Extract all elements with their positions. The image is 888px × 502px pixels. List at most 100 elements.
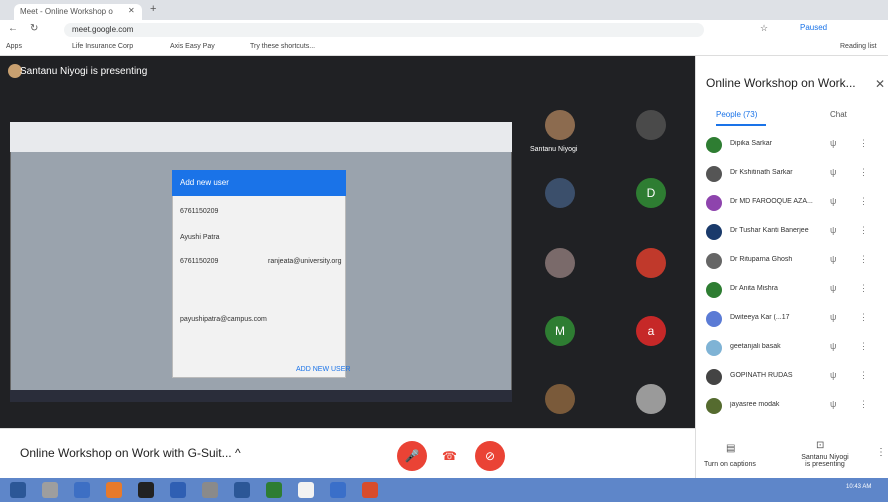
present-icon[interactable]: ⊡ — [816, 440, 824, 451]
participant-tile-letter[interactable]: M — [545, 316, 575, 346]
presenter-label[interactable]: Santanu Niyogi is presenting — [800, 454, 850, 468]
participant-row[interactable]: Dr Rituparna Ghosh ψ ⋮ — [706, 250, 884, 274]
more-icon[interactable]: ⋮ — [859, 370, 868, 381]
captions-label[interactable]: Turn on captions — [704, 461, 756, 468]
bookmark-shortcuts[interactable]: Try these shortcuts... — [250, 43, 315, 50]
taskbar-app-icon[interactable] — [42, 482, 58, 498]
star-icon[interactable]: ☆ — [760, 23, 768, 34]
bookmark-apps[interactable]: Apps — [6, 43, 22, 50]
participant-row[interactable]: Dr Anita Mishra ψ ⋮ — [706, 279, 884, 303]
more-icon[interactable]: ⋮ — [859, 312, 868, 323]
browser-tab[interactable]: Meet - Online Workshop o — [14, 4, 142, 20]
participant-row[interactable]: jayasree modak ψ ⋮ — [706, 395, 884, 419]
mute-icon[interactable]: ψ — [830, 399, 836, 409]
participant-tile[interactable] — [545, 248, 575, 278]
participant-name: GOPINATH RUDAS — [730, 372, 793, 379]
more-icon[interactable]: ⋮ — [859, 225, 868, 236]
more-icon[interactable]: ⋮ — [859, 399, 868, 410]
participant-name: Dr MD FAROOQUE AZA... — [730, 198, 813, 205]
participant-avatar — [706, 282, 722, 298]
participant-row[interactable]: geetanjali basak ψ ⋮ — [706, 337, 884, 361]
mute-icon[interactable]: ψ — [830, 312, 836, 322]
tab-chat[interactable]: Chat — [830, 110, 847, 119]
mute-icon[interactable]: ψ — [830, 225, 836, 235]
participant-tile[interactable] — [636, 110, 666, 140]
shared-dialog-field: 6761150209 — [180, 208, 219, 215]
mute-icon[interactable]: ψ — [830, 341, 836, 351]
participant-name: Dwiteeya Kar (...17 — [730, 314, 790, 321]
participant-name: jayasree modak — [730, 401, 780, 408]
shared-dialog-field: Ayushi Patra — [180, 234, 220, 241]
shared-dialog-header: Add new user — [172, 170, 346, 196]
participant-tile[interactable] — [636, 384, 666, 414]
participant-avatar — [706, 398, 722, 414]
participant-name: Dr Rituparna Ghosh — [730, 256, 793, 263]
participant-name: Dr Tushar Kanti Banerjee — [730, 227, 809, 234]
taskbar-app-icon[interactable] — [106, 482, 122, 498]
mute-icon[interactable]: ψ — [830, 138, 836, 148]
shared-add-user-dialog — [172, 170, 346, 378]
taskbar-app-icon[interactable] — [170, 482, 186, 498]
participant-tile[interactable] — [545, 384, 575, 414]
more-icon[interactable]: ⋮ — [859, 167, 868, 178]
participant-row[interactable]: Dwiteeya Kar (...17 ψ ⋮ — [706, 308, 884, 332]
tile-initial: D — [646, 186, 656, 200]
participant-name: geetanjali basak — [730, 343, 781, 350]
close-tab-icon[interactable]: ✕ — [128, 6, 135, 15]
captions-icon[interactable]: ▤ — [726, 443, 735, 454]
participant-avatar — [706, 253, 722, 269]
profile-button[interactable]: Paused — [800, 23, 827, 32]
taskbar-app-icon[interactable] — [330, 482, 346, 498]
meeting-title[interactable]: Online Workshop on Work with G-Suit... ^ — [20, 446, 241, 460]
more-icon[interactable]: ⋮ — [859, 196, 868, 207]
participant-row[interactable]: Dr Tushar Kanti Banerjee ψ ⋮ — [706, 221, 884, 245]
tile-initial: M — [555, 324, 565, 338]
bookmark-lic[interactable]: Life Insurance Corp — [72, 43, 133, 50]
participant-tile-letter[interactable]: a — [636, 316, 666, 346]
more-icon[interactable]: ⋮ — [859, 341, 868, 352]
taskbar-app-icon[interactable] — [362, 482, 378, 498]
participant-avatar — [706, 166, 722, 182]
taskbar-app-icon[interactable] — [74, 482, 90, 498]
mic-off-button[interactable]: 🎤 — [397, 441, 427, 471]
bookmark-axis[interactable]: Axis Easy Pay — [170, 43, 215, 50]
mute-icon[interactable]: ψ — [830, 167, 836, 177]
participant-row[interactable]: Dr MD FAROOQUE AZA... ψ ⋮ — [706, 192, 884, 216]
tab-people[interactable]: People (73) — [716, 110, 757, 119]
shared-screen-browser — [10, 122, 512, 152]
mute-icon[interactable]: ψ — [830, 196, 836, 206]
close-panel-icon[interactable]: ✕ — [875, 77, 885, 91]
back-icon[interactable]: ← — [8, 23, 18, 34]
mute-icon[interactable]: ψ — [830, 283, 836, 293]
more-icon[interactable]: ⋮ — [859, 254, 868, 265]
new-tab-button[interactable]: + — [150, 3, 156, 15]
participant-tile-letter[interactable]: D — [636, 178, 666, 208]
tile-initial: a — [647, 324, 655, 338]
participant-row[interactable]: Dr Kshitinath Sarkar ψ ⋮ — [706, 163, 884, 187]
taskbar-app-icon[interactable] — [202, 482, 218, 498]
taskbar-app-icon[interactable] — [298, 482, 314, 498]
mute-icon[interactable]: ψ — [830, 254, 836, 264]
participant-tile[interactable] — [636, 248, 666, 278]
more-options-icon[interactable]: ⋮ — [876, 447, 886, 458]
participant-row[interactable]: GOPINATH RUDAS ψ ⋮ — [706, 366, 884, 390]
url-input[interactable]: meet.google.com — [64, 23, 704, 37]
shared-dialog-field: ranjeata@university.org — [268, 258, 342, 265]
camera-off-button[interactable]: ⊘ — [475, 441, 505, 471]
taskbar-app-icon[interactable] — [138, 482, 154, 498]
taskbar-app-icon[interactable] — [10, 482, 26, 498]
more-icon[interactable]: ⋮ — [859, 138, 868, 149]
participant-tile[interactable] — [545, 178, 575, 208]
taskbar-app-icon[interactable] — [266, 482, 282, 498]
hangup-button[interactable]: ☎ — [442, 449, 457, 463]
participant-avatar — [706, 311, 722, 327]
reading-list[interactable]: Reading list — [840, 43, 877, 50]
taskbar-app-icon[interactable] — [234, 482, 250, 498]
participant-row[interactable]: Dipika Sarkar ψ ⋮ — [706, 134, 884, 158]
mute-icon[interactable]: ψ — [830, 370, 836, 380]
more-icon[interactable]: ⋮ — [859, 283, 868, 294]
participant-tile[interactable] — [545, 110, 575, 140]
reload-icon[interactable]: ↻ — [30, 23, 38, 34]
os-taskbar — [0, 478, 888, 502]
chevron-up-icon[interactable]: ^ — [235, 446, 241, 460]
